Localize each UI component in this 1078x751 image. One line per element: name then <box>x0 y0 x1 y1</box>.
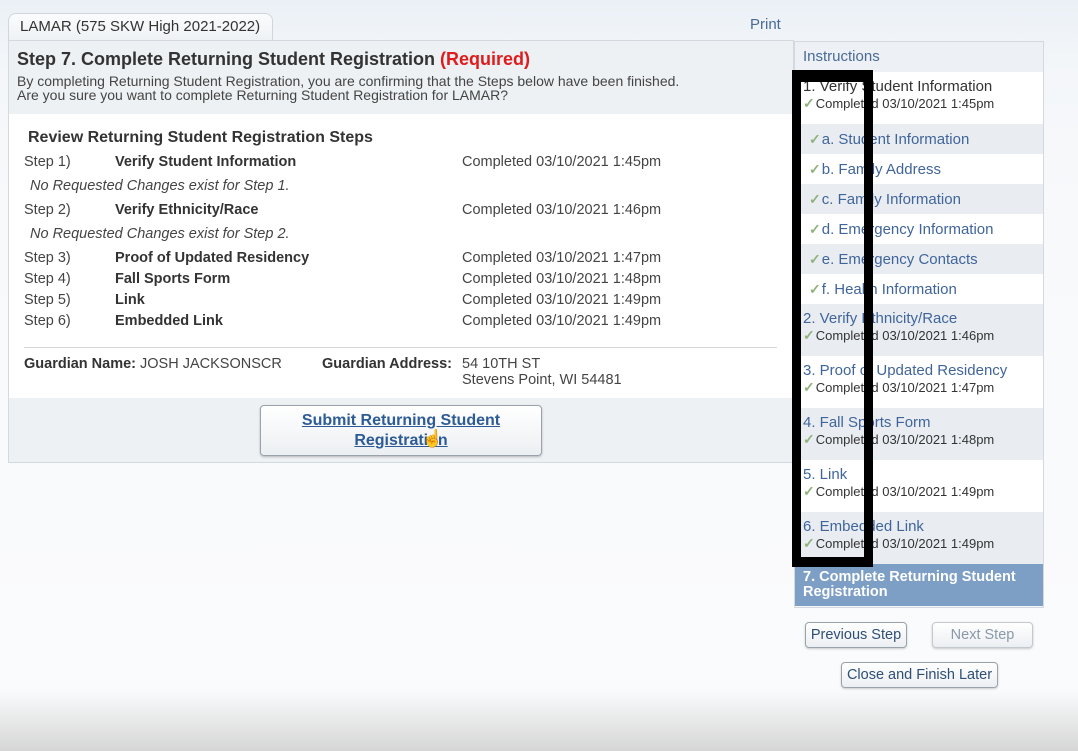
school-tab[interactable]: LAMAR (575 SKW High 2021-2022) <box>8 13 273 41</box>
step-status: Completed 03/10/2021 1:46pm <box>462 202 662 218</box>
step-name: Verify Student Information <box>115 154 297 170</box>
redaction-box <box>792 70 873 567</box>
step-name: Proof of Updated Residency <box>115 250 310 266</box>
school-tab-label: LAMAR (575 SKW High 2021-2022) <box>20 18 261 35</box>
guardian-name: Guardian Name: JOSH JACKSONSCR <box>24 356 282 372</box>
review-step-row: Step 5) Link Completed 03/10/2021 1:49pm <box>24 291 784 309</box>
step-status: Completed 03/10/2021 1:47pm <box>462 250 662 266</box>
description-line-2: Are you sure you want to complete Return… <box>17 87 509 103</box>
review-title: Review Returning Student Registration St… <box>28 129 373 146</box>
step-name: Fall Sports Form <box>115 271 231 287</box>
review-steps-box: Review Returning Student Registration St… <box>9 114 793 398</box>
description-line-1: By completing Returning Student Registra… <box>17 73 680 89</box>
divider <box>24 347 777 348</box>
next-step-button[interactable]: Next Step <box>932 622 1033 648</box>
step-number: Step 1) <box>24 154 71 170</box>
step-status: Completed 03/10/2021 1:48pm <box>462 271 662 287</box>
previous-step-button[interactable]: Previous Step <box>805 622 907 648</box>
active-step-line-1: 7. Complete Returning Student <box>803 569 1016 585</box>
step-note: No Requested Changes exist for Step 2. <box>30 226 290 242</box>
step-name: Link <box>115 292 145 308</box>
step-number: Step 2) <box>24 202 71 218</box>
review-step-row: Step 3) Proof of Updated Residency Compl… <box>24 249 784 267</box>
close-and-finish-later-button[interactable]: Close and Finish Later <box>841 662 998 688</box>
step-status: Completed 03/10/2021 1:49pm <box>462 292 662 308</box>
guardian-address-label: Guardian Address: <box>322 356 452 372</box>
required-badge: (Required) <box>440 49 531 69</box>
step-name: Embedded Link <box>115 313 223 329</box>
review-step-row: Step 6) Embedded Link Completed 03/10/20… <box>24 312 784 330</box>
review-step-row: Step 2) Verify Ethnicity/Race Completed … <box>24 201 784 219</box>
step-number: Step 5) <box>24 292 71 308</box>
guardian-address-value: 54 10TH ST Stevens Point, WI 54481 <box>462 356 622 388</box>
page-title-text: Step 7. Complete Returning Student Regis… <box>17 49 436 69</box>
submit-label-line-2: Registration <box>354 432 448 449</box>
main-panel: Step 7. Complete Returning Student Regis… <box>8 40 794 463</box>
step-number: Step 6) <box>24 313 71 329</box>
submit-registration-button[interactable]: Submit Returning Student Registration <box>260 405 542 456</box>
submit-label-line-1: Submit Returning Student <box>301 412 501 429</box>
step-number: Step 3) <box>24 250 71 266</box>
sidebar-step-7-active[interactable]: 7. Complete Returning Student Registrati… <box>795 564 1043 606</box>
address-line-1: 54 10TH ST <box>462 356 541 372</box>
print-link[interactable]: Print <box>750 16 781 33</box>
active-step-line-2: Registration <box>803 584 888 600</box>
guardian-name-value: JOSH JACKSONSCR <box>140 356 282 372</box>
review-step-row: Step 1) Verify Student Information Compl… <box>24 153 784 171</box>
address-line-2: Stevens Point, WI 54481 <box>462 372 622 388</box>
review-step-row: Step 4) Fall Sports Form Completed 03/10… <box>24 270 784 288</box>
step-status: Completed 03/10/2021 1:45pm <box>462 154 662 170</box>
instructions-link[interactable]: Instructions <box>795 42 1043 72</box>
step-name: Verify Ethnicity/Race <box>115 202 259 218</box>
step-number: Step 4) <box>24 271 71 287</box>
confirmation-description: By completing Returning Student Registra… <box>17 74 785 102</box>
step-status: Completed 03/10/2021 1:49pm <box>462 313 662 329</box>
hand-cursor-icon: ☝ <box>422 429 444 448</box>
guardian-address: Guardian Address: <box>322 356 452 372</box>
page-title: Step 7. Complete Returning Student Regis… <box>17 48 785 70</box>
step-note: No Requested Changes exist for Step 1. <box>30 178 290 194</box>
guardian-name-label: Guardian Name: <box>24 356 136 372</box>
